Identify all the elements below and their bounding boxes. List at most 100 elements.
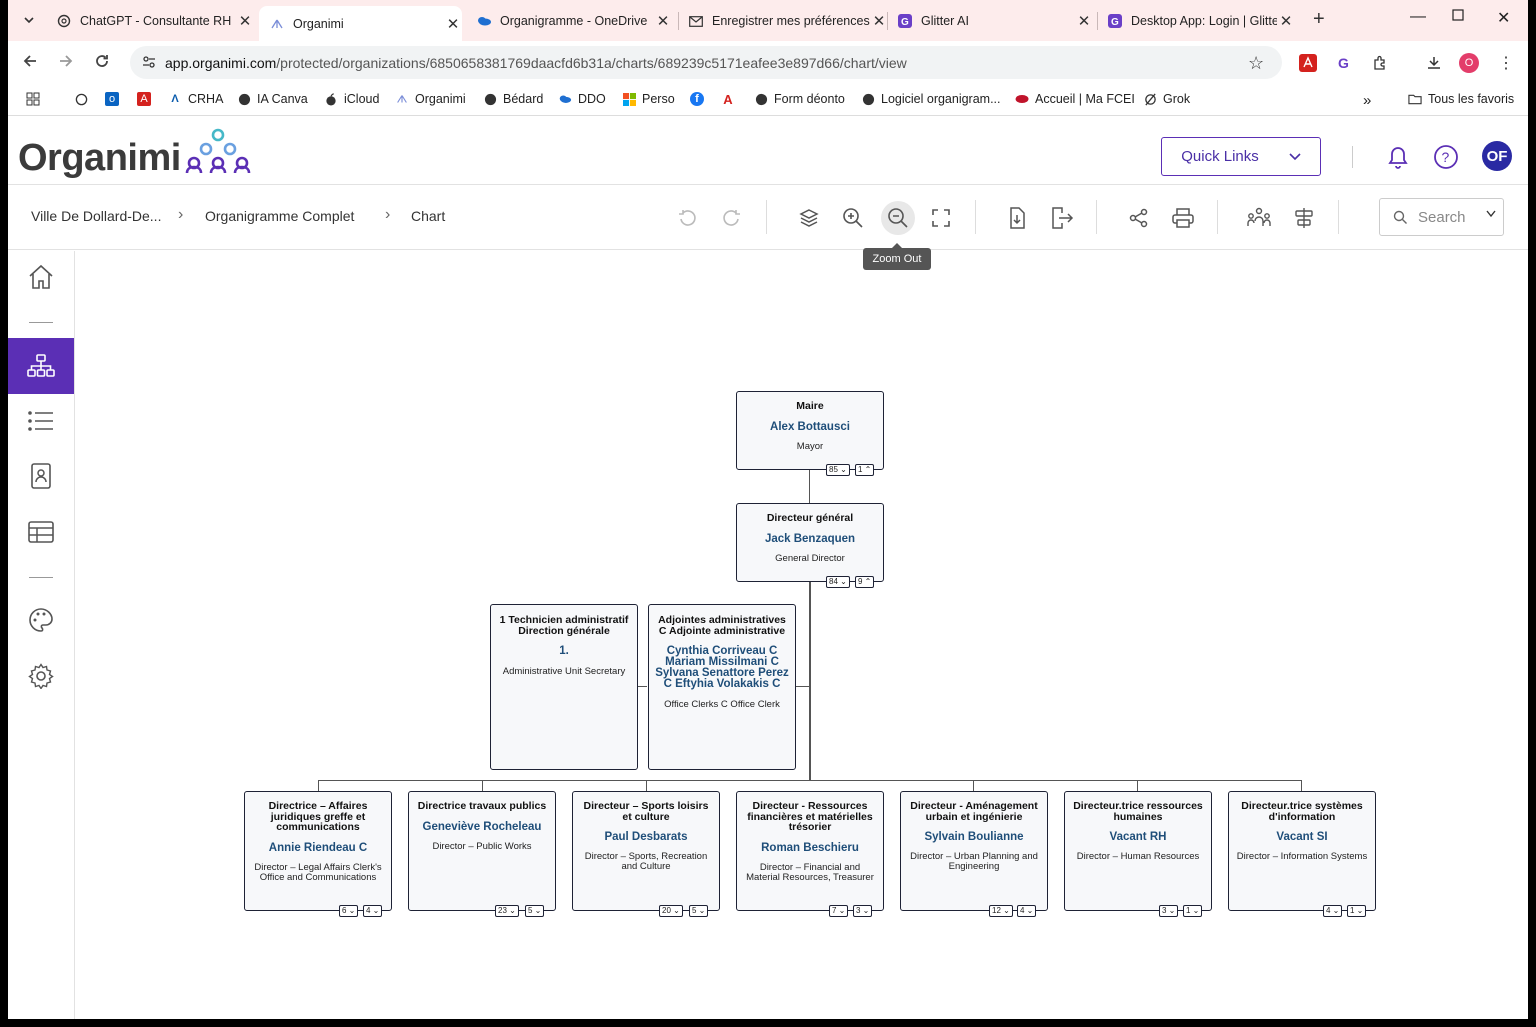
person-name[interactable]: Cynthia Corriveau C Mariam Missilmani C …: [654, 645, 790, 690]
tab-organimi[interactable]: Organimi ✕: [259, 6, 462, 41]
zoom-in-icon[interactable]: [840, 205, 866, 231]
align-icon[interactable]: [1291, 205, 1317, 231]
position-card-technician[interactable]: 1 Technicien administratif Direction gén…: [490, 604, 638, 770]
adobe-bookmark-icon[interactable]: A: [721, 92, 741, 107]
print-icon[interactable]: [1170, 205, 1196, 231]
sidebar-item-list[interactable]: [8, 393, 74, 449]
person-name[interactable]: Jack Benzaquen: [742, 533, 878, 545]
person-name[interactable]: Paul Desbarats: [578, 831, 714, 843]
zoom-out-icon[interactable]: [881, 201, 915, 235]
tab-glitter[interactable]: G Glitter AI ✕: [897, 8, 1093, 34]
download-icon[interactable]: [1424, 53, 1444, 73]
chart-search[interactable]: Search: [1379, 198, 1504, 236]
bookmark-fcei[interactable]: Accueil | Ma FCEI: [1015, 92, 1135, 106]
close-tab-icon[interactable]: ✕: [654, 12, 672, 30]
people-icon[interactable]: [1246, 205, 1272, 231]
breadcrumb-organization[interactable]: Ville De Dollard-De...: [31, 208, 161, 224]
close-window-button[interactable]: ✕: [1497, 8, 1510, 28]
descendant-count-badge[interactable]: 20 ⌄: [659, 905, 683, 917]
export-icon[interactable]: [1049, 205, 1075, 231]
bookmark-grok[interactable]: Grok: [1143, 92, 1190, 106]
bookmark-ddo[interactable]: DDO: [558, 92, 606, 106]
close-tab-icon[interactable]: ✕: [444, 15, 462, 33]
bookmark-logiciel[interactable]: Logiciel organigram...: [861, 92, 1001, 106]
chatgpt-bookmark-icon[interactable]: [74, 92, 94, 106]
org-chart-canvas[interactable]: Maire Alex Bottausci Mayor 85 ⌄ 1 ⌃ Dire…: [75, 251, 1528, 1019]
sidebar-item-home[interactable]: [8, 249, 74, 305]
sidebar-item-settings[interactable]: [8, 648, 74, 704]
bookmark-form-deonto[interactable]: Form déonto: [754, 92, 845, 106]
tab-preferences[interactable]: Enregistrer mes préférences ✕: [688, 8, 888, 34]
person-name[interactable]: Vacant SI: [1234, 831, 1370, 843]
person-name[interactable]: Geneviève Rocheleau: [414, 821, 550, 833]
sidebar-item-chart[interactable]: [8, 338, 74, 394]
position-card-director[interactable]: Directrice – Affaires juridiques greffe …: [244, 791, 392, 917]
back-button[interactable]: [22, 53, 38, 74]
direct-count-badge[interactable]: 1 ⌄: [1183, 905, 1203, 917]
bookmark-bedard[interactable]: Bédard: [483, 92, 543, 106]
glitter-extension-icon[interactable]: G: [1334, 53, 1354, 73]
acrobat-extension-icon[interactable]: [1298, 53, 1318, 73]
position-card-director[interactable]: Directeur.trice ressources humaines Vaca…: [1064, 791, 1212, 917]
person-name[interactable]: 1.: [496, 645, 632, 657]
person-name[interactable]: Vacant RH: [1070, 831, 1206, 843]
bookmark-crha[interactable]: Λ CRHA: [168, 92, 223, 106]
close-tab-icon[interactable]: ✕: [1075, 12, 1093, 30]
apps-icon[interactable]: [26, 92, 40, 106]
close-tab-icon[interactable]: ✕: [236, 12, 254, 30]
share-icon[interactable]: [1126, 205, 1152, 231]
sidebar-item-table[interactable]: [8, 504, 74, 560]
direct-count-badge[interactable]: 5 ⌄: [689, 905, 709, 917]
new-tab-button[interactable]: +: [1313, 8, 1325, 31]
descendant-count-badge[interactable]: 12 ⌄: [989, 905, 1013, 917]
help-icon[interactable]: ?: [1433, 144, 1459, 175]
descendant-count-badge[interactable]: 7 ⌄: [829, 905, 849, 917]
position-card-director[interactable]: Directeur - Ressources financières et ma…: [736, 791, 884, 917]
direct-count-badge[interactable]: 9 ⌃: [855, 576, 875, 588]
position-card-director[interactable]: Directeur.trice systèmes d'information V…: [1228, 791, 1376, 917]
bookmark-perso[interactable]: Perso: [622, 92, 675, 106]
pdf-bookmark-icon[interactable]: A: [137, 92, 157, 106]
person-name[interactable]: Alex Bottausci: [742, 421, 878, 433]
site-info-icon[interactable]: [142, 55, 156, 74]
menu-icon[interactable]: ⋮: [1496, 53, 1516, 73]
bookmark-organimi[interactable]: Organimi: [395, 92, 466, 106]
position-card-director[interactable]: Directrice travaux publics Geneviève Roc…: [408, 791, 556, 917]
redo-icon[interactable]: [719, 205, 745, 231]
minimize-button[interactable]: —: [1410, 8, 1426, 26]
person-name[interactable]: Roman Beschieru: [742, 842, 878, 854]
outlook-bookmark-icon[interactable]: o: [105, 92, 125, 106]
extensions-icon[interactable]: [1370, 53, 1390, 73]
more-bookmarks-icon[interactable]: »: [1363, 92, 1371, 109]
close-tab-icon[interactable]: ✕: [870, 12, 888, 30]
tab-search-button[interactable]: [18, 9, 40, 31]
facebook-bookmark-icon[interactable]: f: [690, 92, 710, 106]
close-tab-icon[interactable]: ✕: [1277, 12, 1295, 30]
position-card-director[interactable]: Directeur - Aménagement urbain et ingéni…: [900, 791, 1048, 917]
direct-count-badge[interactable]: 1 ⌄: [1347, 905, 1367, 917]
fullscreen-icon[interactable]: [928, 205, 954, 231]
sidebar-item-directory[interactable]: [8, 448, 74, 504]
person-name[interactable]: Sylvain Boulianne: [906, 831, 1042, 843]
quick-links-dropdown[interactable]: Quick Links: [1161, 137, 1321, 176]
direct-count-badge[interactable]: 1 ⌃: [855, 464, 875, 476]
person-name[interactable]: Annie Riendeau C: [250, 842, 386, 854]
bell-icon[interactable]: [1386, 144, 1410, 175]
search-input[interactable]: Search: [1418, 209, 1466, 226]
layers-icon[interactable]: [796, 205, 822, 231]
position-card-office-clerks[interactable]: Adjointes administratives C Adjointe adm…: [648, 604, 796, 770]
breadcrumb-chart-name[interactable]: Organigramme Complet: [205, 208, 354, 224]
direct-count-badge[interactable]: 4 ⌄: [363, 905, 383, 917]
bookmark-ia-canva[interactable]: IA Canva: [237, 92, 308, 106]
position-card-director[interactable]: Directeur – Sports loisirs et culture Pa…: [572, 791, 720, 917]
position-card-general-director[interactable]: Directeur général Jack Benzaquen General…: [736, 503, 884, 588]
undo-icon[interactable]: [674, 205, 700, 231]
forward-button[interactable]: [58, 53, 74, 74]
tab-chatgpt[interactable]: ChatGPT - Consultante RH ✕: [56, 8, 254, 34]
sidebar-item-theme[interactable]: [8, 592, 74, 648]
tab-glitter-login[interactable]: G Desktop App: Login | Glitter ✕: [1107, 8, 1295, 34]
import-icon[interactable]: [1004, 205, 1030, 231]
descendant-count-badge[interactable]: 23 ⌄: [495, 905, 519, 917]
tab-onedrive[interactable]: Organigramme - OneDrive ✕: [476, 8, 672, 34]
profile-button[interactable]: O: [1459, 53, 1479, 73]
